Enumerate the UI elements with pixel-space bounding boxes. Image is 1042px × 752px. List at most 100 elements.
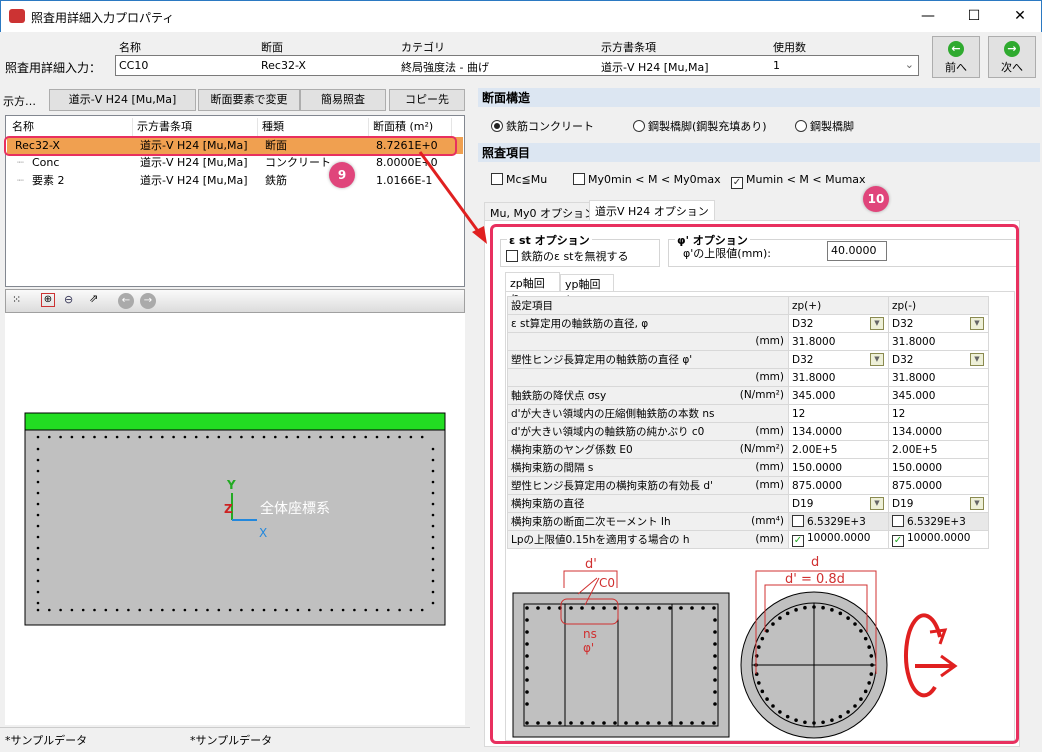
rebar-dot (194, 435, 198, 439)
rebar-dot (183, 608, 187, 612)
radio-steel[interactable]: 鋼製橋脚 (795, 118, 854, 134)
rebar-dot (431, 601, 435, 605)
check-selector-combo[interactable]: CC10 Rec32-X 終局強度法 - 曲げ 道示-V H24 [Mu,Ma]… (115, 55, 919, 76)
checkbox-icon (491, 173, 503, 185)
list-header-area[interactable]: 断面積 (m²) (369, 118, 452, 136)
minimize-button[interactable]: — (905, 1, 951, 32)
col-code: 示方書条項 (601, 41, 656, 54)
check-items-header: 照査項目 (478, 143, 1040, 162)
radio-icon (633, 120, 645, 132)
rebar-dot (409, 608, 413, 612)
rebar-dot (36, 601, 40, 605)
rebar-dot (431, 458, 435, 462)
rebar-dot (431, 480, 435, 484)
back-icon[interactable]: ← (118, 293, 134, 309)
rebar-dot (115, 608, 119, 612)
forward-icon[interactable]: → (140, 293, 156, 309)
value-name: CC10 (119, 59, 149, 72)
list-header-type[interactable]: 種類 (258, 118, 369, 136)
rebar-dot (420, 608, 424, 612)
status-text-1: *サンプルデータ (5, 734, 88, 747)
rebar-dot (431, 535, 435, 539)
rebar-dot (172, 608, 175, 612)
tab-h24-options[interactable]: 道示V H24 オプション (589, 200, 715, 221)
rebar-dot (48, 435, 51, 439)
rebar-dot (127, 435, 130, 439)
check-mc-mu[interactable]: Mc≦Mu (491, 173, 547, 186)
rebar-dot (183, 435, 187, 439)
list-header-code[interactable]: 示方書条項 (133, 118, 258, 136)
row-code: 道示-V H24 [Mu,Ma] (140, 174, 248, 187)
next-button[interactable]: → 次へ (988, 36, 1036, 78)
tab-mu-my0-options[interactable]: Mu, My0 オプション (484, 202, 601, 221)
maximize-button[interactable]: ☐ (951, 1, 997, 32)
list-row[interactable]: ┈ 要素 2 道示-V H24 [Mu,Ma] 鉄筋 1.0166E-1 (7, 172, 463, 189)
row-type: 鉄筋 (265, 174, 287, 187)
rebar-dot (353, 435, 356, 439)
radio-steel-filled[interactable]: 鋼製橋脚(鋼製充填あり) (633, 118, 767, 134)
rebar-dot (431, 491, 435, 495)
radio-rc[interactable]: 鉄筋コンクリート (491, 118, 594, 134)
rebar-dot (330, 608, 334, 612)
prev-button[interactable]: ← 前へ (932, 36, 980, 78)
annotation-badge-10: 10 (863, 186, 889, 212)
rebar-dot (93, 608, 96, 612)
list-row[interactable]: ┈ Conc 道示-V H24 [Mu,Ma] コンクリート 8.0000E+0 (7, 154, 463, 171)
code-button[interactable]: 道示-V H24 [Mu,Ma] (49, 89, 196, 111)
list-header-name[interactable]: 名称 (8, 118, 133, 136)
annotation-badge-9: 9 (329, 162, 355, 188)
rebar-dot (274, 608, 277, 612)
value-count: 1 (773, 59, 780, 72)
rebar-dot (251, 608, 254, 612)
app-icon (9, 9, 25, 23)
rebar-dot (431, 513, 435, 517)
copy-to-button[interactable]: コピー先 (389, 89, 465, 111)
change-by-element-button[interactable]: 断面要素で変更 (198, 89, 300, 111)
fit-view-icon[interactable]: ⁙ (12, 293, 21, 306)
col-name: 名称 (119, 41, 141, 54)
rebar-dot (138, 435, 141, 439)
header-label: 照査用詳細入力： (5, 61, 102, 75)
rebar-dot (36, 568, 40, 572)
rebar-dot (353, 608, 356, 612)
rebar-dot (194, 608, 198, 612)
rebar-dot (70, 608, 74, 612)
radio-label: 鋼製橋脚(鋼製充填あり) (648, 120, 767, 133)
rebar-dot (104, 435, 108, 439)
status-bar: *サンプルデータ *サンプルデータ (0, 727, 470, 752)
rebar-dot (274, 435, 277, 439)
splitter[interactable] (470, 85, 478, 752)
rebar-dot (387, 608, 390, 612)
rebar-dot (36, 458, 40, 462)
pan-icon[interactable]: ⇗ (89, 292, 98, 305)
rebar-dot (296, 435, 300, 439)
check-label: Mc≦Mu (506, 173, 548, 186)
close-button[interactable]: ✕ (997, 1, 1042, 32)
radio-label: 鉄筋コンクリート (506, 120, 594, 133)
zoom-out-icon[interactable]: ⊖ (64, 293, 73, 306)
section-canvas[interactable]: Y Z X 全体座標系 (5, 313, 465, 725)
check-my0[interactable]: My0min < M < My0max (573, 173, 721, 186)
rebar-dot (262, 435, 266, 439)
section-structure-header: 断面構造 (478, 88, 1040, 107)
zoom-in-icon[interactable]: ⊕ (41, 293, 55, 307)
value-category: 終局強度法 - 曲げ (401, 61, 489, 74)
radio-icon (491, 120, 503, 132)
check-mu[interactable]: Mumin < M < Mumax (731, 173, 866, 189)
highlight-frame (4, 136, 457, 156)
rebar-dot (36, 435, 40, 439)
rebar-dot (228, 435, 232, 439)
arrow-left-icon: ← (948, 41, 964, 57)
next-label: 次へ (1001, 61, 1023, 74)
col-category: カテゴリ (401, 41, 445, 54)
rebar-dot (262, 608, 266, 612)
rebar-dot (36, 480, 40, 484)
title-bar: 照査用詳細入力プロパティ — ☐ ✕ (0, 0, 1042, 32)
rebar-dot (387, 435, 390, 439)
section-drawing: Y Z X 全体座標系 (24, 412, 446, 626)
rebar-dot (206, 435, 209, 439)
col-section: 断面 (261, 41, 283, 54)
highlight-frame-10 (490, 224, 1019, 744)
rebar-dot (81, 608, 85, 612)
simple-check-button[interactable]: 簡易照査 (300, 89, 386, 111)
